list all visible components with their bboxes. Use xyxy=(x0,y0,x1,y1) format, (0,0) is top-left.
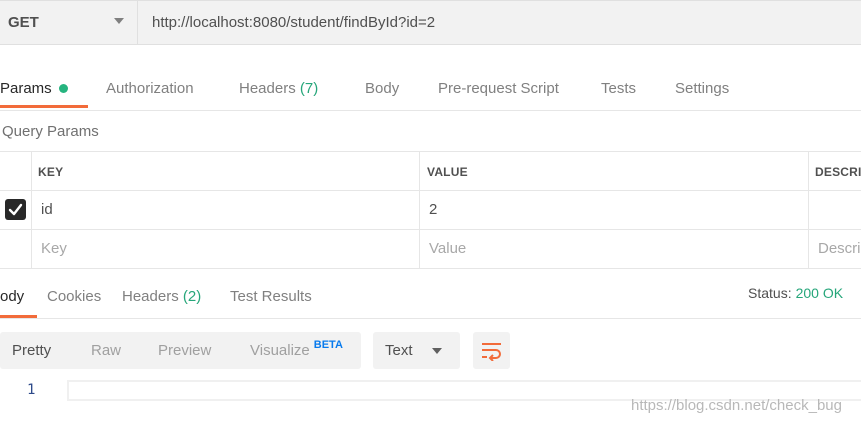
raw-button[interactable]: Raw xyxy=(91,342,121,359)
query-params-table: KEY VALUE DESCRI id 2 Key Value Descri xyxy=(0,151,861,269)
param-value-cell[interactable]: 2 xyxy=(429,201,437,218)
wrap-lines-button[interactable] xyxy=(473,332,510,369)
method-select[interactable]: GET xyxy=(0,0,138,45)
wrap-lines-icon xyxy=(482,343,501,361)
beta-badge: BETA xyxy=(313,339,343,351)
format-select[interactable]: Text xyxy=(373,332,460,369)
table-header-row: KEY VALUE DESCRI xyxy=(0,152,861,191)
tab-headers-count: (7) xyxy=(299,80,319,97)
preview-button[interactable]: Preview xyxy=(158,342,211,359)
column-header-key: KEY xyxy=(38,165,64,179)
column-divider xyxy=(808,151,809,268)
tab-headers[interactable]: Headers (7) xyxy=(239,80,318,97)
new-key-input[interactable]: Key xyxy=(41,240,67,257)
format-selected: Text xyxy=(385,342,413,359)
tab-authorization[interactable]: Authorization xyxy=(106,80,194,97)
tab-params[interactable]: Params xyxy=(0,80,52,97)
chevron-down-icon xyxy=(114,18,124,24)
line-number: 1 xyxy=(27,382,36,398)
column-divider xyxy=(31,151,32,268)
query-params-title: Query Params xyxy=(2,123,99,140)
response-status: Status: 200 OK xyxy=(748,285,843,301)
pretty-button[interactable]: Pretty xyxy=(12,342,51,359)
status-value[interactable]: 200 OK xyxy=(796,285,843,301)
method-label: GET xyxy=(8,14,39,31)
column-divider xyxy=(419,151,420,268)
tab-headers-label: Headers xyxy=(239,80,296,97)
visualize-button[interactable]: Visualize BETA xyxy=(250,339,343,359)
response-tabs: ody Cookies Headers (2) Test Results xyxy=(0,276,861,319)
params-active-dot-icon xyxy=(59,84,68,93)
column-header-description: DESCRI xyxy=(815,165,861,179)
url-input[interactable]: http://localhost:8080/student/findById?i… xyxy=(138,0,861,45)
table-row-new: Key Value Descri xyxy=(0,230,861,269)
tab-tests[interactable]: Tests xyxy=(601,80,636,97)
tab-body[interactable]: Body xyxy=(365,80,399,97)
view-mode-group: Pretty Raw Preview Visualize BETA xyxy=(0,332,361,369)
param-enabled-checkbox[interactable] xyxy=(5,199,26,220)
tab-response-headers[interactable]: Headers (2) xyxy=(122,288,201,305)
new-value-input[interactable]: Value xyxy=(429,240,466,257)
tab-settings[interactable]: Settings xyxy=(675,80,729,97)
params-tab-indicator xyxy=(0,105,88,108)
visualize-label: Visualize xyxy=(250,342,310,359)
url-text: http://localhost:8080/student/findById?i… xyxy=(152,14,436,31)
tab-response-headers-count: (2) xyxy=(182,288,202,305)
tab-response-body[interactable]: ody xyxy=(0,288,24,305)
request-tabs: Params Authorization Headers (7) Body Pr… xyxy=(0,68,861,111)
watermark: https://blog.csdn.net/check_bug xyxy=(631,397,842,414)
column-header-value: VALUE xyxy=(427,165,468,179)
chevron-down-icon xyxy=(432,348,442,354)
tab-response-headers-label: Headers xyxy=(122,288,179,305)
new-description-input[interactable]: Descri xyxy=(818,240,861,257)
status-label: Status: xyxy=(748,285,792,301)
tab-test-results[interactable]: Test Results xyxy=(230,288,312,305)
param-key-cell[interactable]: id xyxy=(41,201,53,218)
checkmark-icon xyxy=(8,203,23,216)
tab-prerequest-script[interactable]: Pre-request Script xyxy=(438,80,559,97)
tab-cookies[interactable]: Cookies xyxy=(47,288,101,305)
response-body-tab-indicator xyxy=(0,315,37,318)
table-row: id 2 xyxy=(0,191,861,230)
